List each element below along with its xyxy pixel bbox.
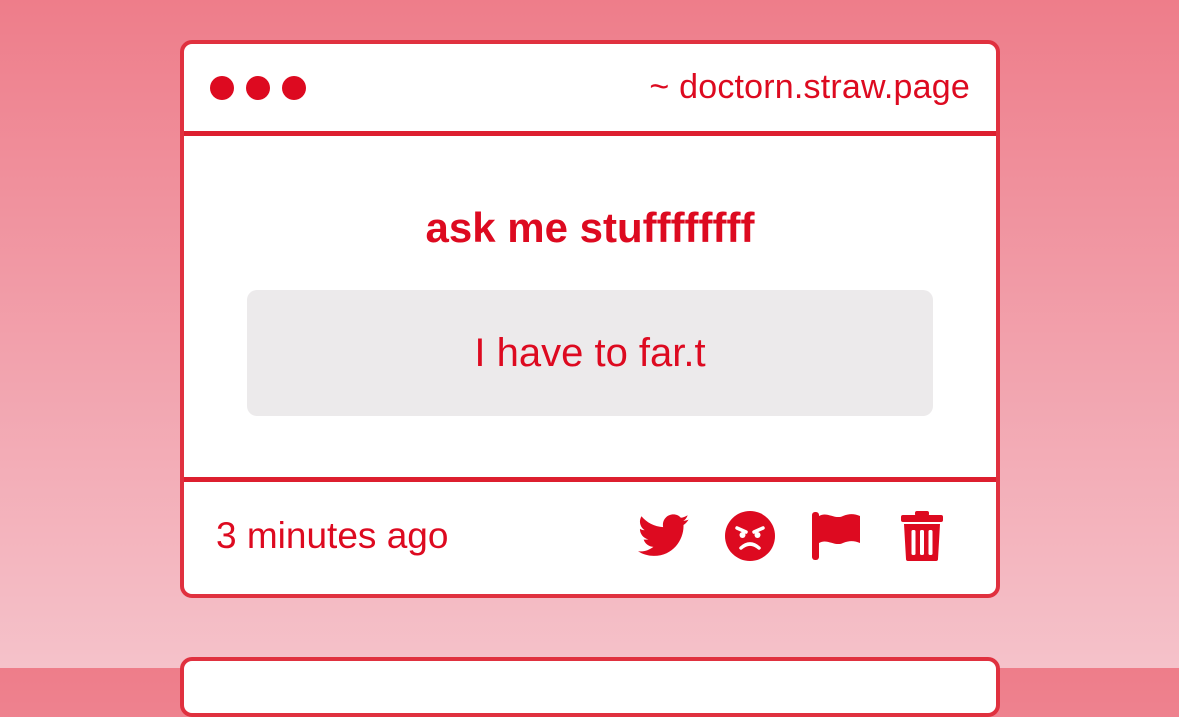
window-titlebar: ~ doctorn.straw.page: [184, 44, 996, 136]
trash-icon: [901, 511, 943, 561]
twitter-icon: [638, 514, 690, 556]
window-dots: [210, 75, 306, 100]
action-bar: [638, 510, 948, 562]
card-body: ask me stuffffffff I have to far.t: [184, 136, 996, 482]
share-twitter-button[interactable]: [638, 510, 690, 562]
next-message-card: [180, 657, 1000, 717]
question-text: I have to far.t: [474, 330, 706, 375]
window-dot: [282, 75, 306, 100]
window-dot: [246, 75, 270, 100]
message-card: ~ doctorn.straw.page ask me stuffffffff …: [180, 40, 1000, 598]
question-box: I have to far.t: [247, 290, 933, 416]
report-button[interactable]: [810, 510, 862, 562]
window-dot: [210, 75, 234, 100]
delete-button[interactable]: [896, 510, 948, 562]
site-url[interactable]: ~ doctorn.straw.page: [649, 68, 970, 107]
block-button[interactable]: [724, 510, 776, 562]
angry-face-icon: [725, 511, 775, 561]
page-prompt: ask me stuffffffff: [425, 204, 755, 251]
timestamp: 3 minutes ago: [216, 515, 449, 556]
card-footer: 3 minutes ago: [184, 482, 996, 590]
flag-icon: [812, 512, 860, 560]
